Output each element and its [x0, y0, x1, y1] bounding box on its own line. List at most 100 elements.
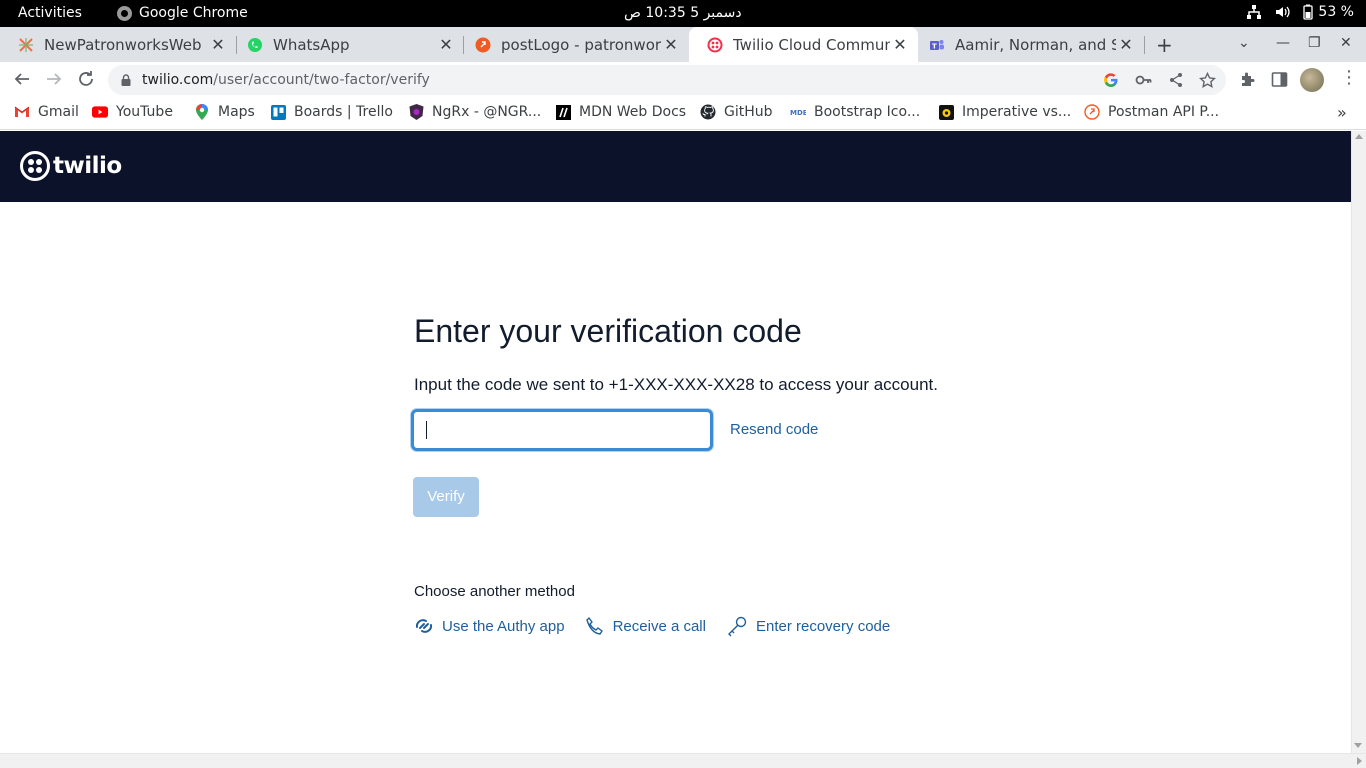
twilio-mark-icon: [20, 151, 50, 181]
bookmark-label: Boards | Trello: [294, 104, 393, 120]
close-icon[interactable]: ✕: [436, 35, 456, 54]
tab-title: Twilio Cloud Communica: [733, 35, 890, 54]
url-text[interactable]: twilio.com/user/account/two-factor/verif…: [142, 72, 430, 88]
bookmark-gmail[interactable]: Gmail: [14, 104, 79, 120]
receive-call-link[interactable]: Receive a call: [585, 616, 706, 636]
network-icon: [1247, 5, 1262, 19]
tab-postlogo[interactable]: postLogo - patronworks ✕: [457, 27, 689, 62]
postman-icon: [1084, 104, 1100, 120]
bookmark-ngrx[interactable]: NgRx - @NGR...: [408, 104, 541, 120]
teams-icon: T: [929, 37, 945, 53]
close-icon[interactable]: ✕: [661, 35, 681, 54]
page-viewport: twilio Enter your verification code Inpu…: [0, 131, 1351, 753]
restore-icon[interactable]: ❐: [1308, 35, 1321, 51]
horizontal-scrollbar[interactable]: [0, 743, 1366, 768]
bookmark-bootstrap-icons[interactable]: MDB Bootstrap Ico...: [790, 104, 920, 120]
bookmarks-bar: Gmail YouTube Maps Boards | Trello NgRx …: [0, 98, 1366, 130]
tab-whatsapp[interactable]: WhatsApp ✕: [229, 27, 464, 62]
text-caret: [426, 421, 427, 439]
tab-title: postLogo - patronworks: [501, 35, 661, 54]
brand-name: twilio: [53, 153, 122, 179]
scroll-down-icon[interactable]: [1354, 743, 1362, 748]
bookmark-postman[interactable]: Postman API P...: [1084, 104, 1219, 120]
tab-separator: [1144, 36, 1145, 54]
close-icon[interactable]: ✕: [890, 35, 910, 54]
battery-percent: 53 %: [1318, 4, 1354, 20]
tab-search-icon[interactable]: ⌄: [1238, 35, 1250, 51]
new-tab-button[interactable]: +: [1156, 33, 1173, 57]
tab-title: Aamir, Norman, and Sau: [955, 35, 1116, 54]
url-host: twilio.com: [142, 72, 214, 88]
svg-text:MDB: MDB: [790, 109, 806, 117]
tab-title: NewPatronworksWeb: [44, 35, 202, 54]
verification-code-input[interactable]: [411, 409, 713, 451]
forward-icon[interactable]: [45, 70, 63, 88]
tab-teams-chat[interactable]: T Aamir, Norman, and Sau ✕: [911, 27, 1144, 62]
password-key-icon[interactable]: [1135, 72, 1153, 88]
tab-twilio[interactable]: Twilio Cloud Communica ✕: [689, 27, 918, 62]
twilio-logo[interactable]: twilio: [20, 151, 122, 181]
github-icon: [700, 104, 716, 120]
profile-avatar[interactable]: [1300, 68, 1324, 92]
close-icon[interactable]: ✕: [208, 35, 228, 54]
trello-icon: [270, 104, 286, 120]
bookmark-imperative[interactable]: Imperative vs...: [938, 104, 1071, 120]
choose-method-label: Choose another method: [414, 583, 575, 600]
extensions-icon[interactable]: [1239, 71, 1256, 88]
authy-icon: [415, 619, 433, 633]
ngrx-icon: [408, 104, 424, 120]
side-panel-icon[interactable]: [1271, 71, 1288, 88]
close-window-icon[interactable]: ✕: [1340, 35, 1352, 51]
lock-icon[interactable]: [121, 74, 131, 86]
youtube-icon: [92, 104, 108, 120]
resend-code-link[interactable]: Resend code: [730, 421, 818, 438]
page-title: Enter your verification code: [414, 313, 802, 349]
chrome-menu-icon[interactable]: ⋮: [1340, 69, 1358, 87]
bookmark-star-icon[interactable]: [1199, 72, 1216, 89]
bookmark-label: NgRx - @NGR...: [432, 104, 542, 120]
bookmark-maps[interactable]: Maps: [194, 104, 255, 120]
url-path: /user/account/two-factor/verify: [213, 72, 430, 88]
bookmark-label: Gmail: [38, 104, 79, 120]
minimize-icon[interactable]: —: [1276, 35, 1290, 51]
system-tray[interactable]: 53 %: [1246, 4, 1354, 20]
mdn-icon: [555, 104, 571, 120]
back-icon[interactable]: [13, 70, 31, 88]
address-bar[interactable]: twilio.com/user/account/two-factor/verif…: [108, 65, 1226, 95]
chrome-icon: [117, 5, 132, 21]
app-menu[interactable]: Google Chrome: [117, 5, 248, 21]
bookmark-github[interactable]: GitHub: [700, 104, 773, 120]
use-authy-link[interactable]: Use the Authy app: [414, 616, 565, 636]
bookmark-label: GitHub: [724, 104, 773, 120]
imperative-icon: [938, 104, 954, 120]
svg-text:T: T: [932, 42, 937, 50]
activities-button[interactable]: Activities: [18, 5, 82, 21]
bookmark-label: Imperative vs...: [962, 104, 1072, 120]
bookmark-label: YouTube: [116, 104, 173, 120]
vertical-scrollbar[interactable]: [1351, 131, 1366, 753]
mdb-icon: MDB: [790, 104, 806, 120]
bookmark-trello[interactable]: Boards | Trello: [270, 104, 393, 120]
scroll-up-icon[interactable]: [1355, 134, 1363, 139]
tab-newpatronworksweb[interactable]: NewPatronworksWeb ✕: [0, 27, 236, 62]
bookmark-label: Postman API P...: [1108, 104, 1220, 120]
clock[interactable]: دسمبر 5 10:35 ص: [624, 5, 742, 21]
method-label: Use the Authy app: [442, 617, 565, 635]
reload-icon[interactable]: [77, 70, 95, 88]
more-bookmarks-icon[interactable]: »: [1337, 103, 1347, 122]
bookmark-youtube[interactable]: YouTube: [92, 104, 173, 120]
key-icon: [727, 616, 747, 637]
close-icon[interactable]: ✕: [1116, 35, 1136, 54]
maps-icon: [194, 104, 210, 120]
twilio-icon: [707, 37, 723, 53]
verify-button[interactable]: Verify: [413, 477, 479, 517]
enter-recovery-code-link[interactable]: Enter recovery code: [726, 615, 890, 637]
browser-toolbar: twilio.com/user/account/two-factor/verif…: [0, 62, 1366, 98]
scroll-right-icon[interactable]: [1357, 757, 1362, 765]
google-icon[interactable]: [1103, 72, 1119, 88]
bookmark-mdn[interactable]: MDN Web Docs: [555, 104, 686, 120]
app-name: Google Chrome: [139, 5, 248, 21]
phone-icon: [585, 617, 603, 635]
share-icon[interactable]: [1168, 72, 1184, 88]
site-header: twilio: [0, 131, 1351, 202]
